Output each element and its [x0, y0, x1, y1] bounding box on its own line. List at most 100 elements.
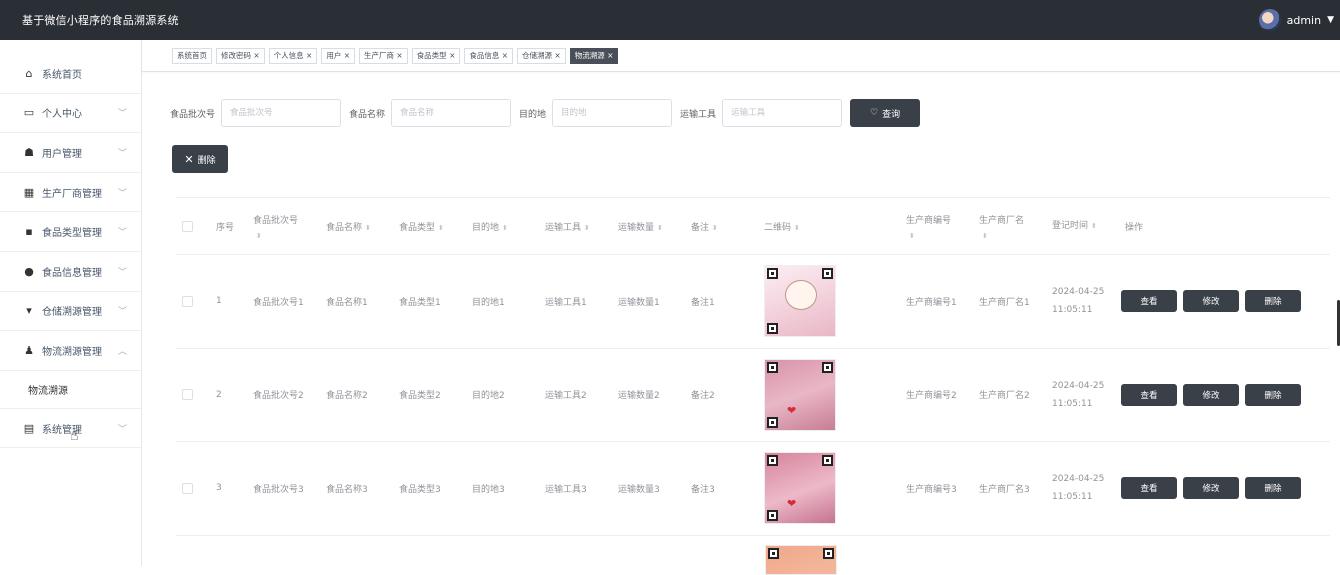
view-button[interactable]: 查看	[1121, 290, 1177, 313]
chevron-down-icon: ﹀	[117, 109, 127, 120]
col-qr[interactable]: 二维码 ⬍	[758, 220, 900, 233]
qr-code-image	[764, 265, 836, 338]
sidebar-item-storage[interactable]: ▾ 仓储溯源管理 ﹀	[0, 292, 141, 332]
cell-time: 2024-04-25 11:05:11	[1052, 474, 1105, 503]
chevron-down-icon: ﹀	[117, 267, 127, 278]
hand-cursor-icon: ☝	[70, 428, 79, 444]
tab-manufacturers[interactable]: 生产厂商 ×	[359, 47, 408, 64]
cell-name: 食品名称3	[326, 484, 368, 495]
col-time[interactable]: 登记时间 ⬍	[1046, 217, 1119, 235]
tab-users[interactable]: 用户 ×	[321, 47, 356, 64]
col-type[interactable]: 食品类型 ⬍	[393, 220, 466, 233]
sidebar-item-users[interactable]: ☗ 用户管理 ﹀	[0, 133, 141, 173]
cell-mname: 生产商厂名2	[979, 391, 1030, 402]
col-dest[interactable]: 目的地 ⬍	[466, 220, 539, 233]
tab-logistics[interactable]: 物流溯源 ×	[569, 47, 619, 64]
col-index: 序号	[216, 222, 235, 233]
sidebar-subitem-logistics[interactable]: 物流溯源	[0, 371, 141, 409]
user-group-icon: ☗	[24, 145, 34, 159]
cell-note: 备注3	[691, 484, 715, 495]
tool-input[interactable]	[722, 99, 843, 127]
cell-tool: 运输工具1	[545, 297, 587, 308]
close-icon: ✕	[184, 152, 194, 166]
caret-down-icon: ▼	[1327, 15, 1334, 25]
col-batch[interactable]: 食品批次号 ⬍	[247, 213, 320, 240]
sort-icon: ⬍	[502, 223, 508, 232]
delete-button[interactable]: 删除	[1245, 477, 1301, 500]
table-header: 序号 食品批次号 ⬍ 食品名称 ⬍ 食品类型 ⬍ 目的地 ⬍ 运输工具 ⬍ 运输数量 ⬍ 备…	[176, 197, 1330, 255]
cell-mcode: 生产商编号2	[906, 391, 957, 402]
select-all-checkbox[interactable]	[182, 220, 193, 232]
batch-input[interactable]	[221, 99, 342, 127]
dest-label: 目的地	[519, 109, 547, 120]
cell-type: 食品类型2	[399, 391, 441, 402]
view-button[interactable]: 查看	[1121, 383, 1177, 406]
row-checkbox[interactable]	[182, 389, 193, 401]
sort-icon: ⬍	[584, 223, 590, 232]
dest-input[interactable]	[552, 99, 673, 127]
col-ops: 操作	[1125, 222, 1144, 233]
sidebar-item-manufacturers[interactable]: ▦ 生产厂商管理 ﹀	[0, 173, 141, 213]
sort-icon: ⬍	[365, 223, 371, 232]
sidebar-item-label: 个人中心	[42, 109, 82, 121]
table-row: 3 食品批次号3 食品名称3 食品类型3 目的地3 运输工具3 运输数量3 备注…	[176, 442, 1330, 536]
search-form: 食品批次号 食品名称 目的地 运输工具 ♡ 查询	[170, 99, 921, 127]
name-input[interactable]	[391, 99, 512, 127]
row-checkbox[interactable]	[182, 295, 193, 307]
col-tool[interactable]: 运输工具 ⬍	[539, 220, 612, 233]
col-qty[interactable]: 运输数量 ⬍	[612, 220, 685, 233]
tab-change-password[interactable]: 修改密码 ×	[216, 47, 265, 64]
cell-note: 备注1	[691, 297, 715, 308]
sort-icon: ⬍	[657, 223, 663, 232]
tab-storage[interactable]: 仓储溯源 ×	[517, 47, 566, 64]
tab-personal-info[interactable]: 个人信息 ×	[268, 47, 318, 64]
table-row: 1 食品批次号1 食品名称1 食品类型1 目的地1 运输工具1 运输数量1 备注…	[176, 255, 1330, 349]
sidebar-item-label: 用户管理	[42, 148, 82, 160]
cell-tool: 运输工具2	[545, 391, 587, 402]
grid-icon: ▦	[23, 185, 35, 199]
cell-batch: 食品批次号3	[253, 484, 304, 495]
sidebar-item-label: 仓储溯源管理	[42, 307, 102, 319]
cell-dest: 目的地3	[472, 484, 505, 495]
view-button[interactable]: 查看	[1121, 477, 1177, 500]
sidebar-item-food-info[interactable]: ● 食品信息管理 ﹀	[0, 252, 141, 292]
edit-button[interactable]: 修改	[1183, 383, 1239, 406]
sidebar-item-home[interactable]: ⌂ 系统首页	[0, 54, 141, 94]
cell-mname: 生产商厂名3	[979, 484, 1030, 495]
chevron-down-icon: ﹀	[117, 228, 127, 239]
delete-button[interactable]: 删除	[1245, 383, 1301, 406]
tab-home[interactable]: 系统首页	[172, 47, 212, 64]
data-table: 序号 食品批次号 ⬍ 食品名称 ⬍ 食品类型 ⬍ 目的地 ⬍ 运输工具 ⬍ 运输数量 ⬍ 备…	[176, 197, 1330, 536]
heart-icon: ♡	[870, 108, 879, 118]
sidebar-item-personal[interactable]: ▭ 个人中心 ﹀	[0, 94, 141, 134]
sort-icon: ⬍	[1091, 222, 1097, 230]
query-button[interactable]: ♡ 查询	[850, 99, 921, 127]
username: admin	[1286, 13, 1322, 27]
edit-button[interactable]: 修改	[1183, 290, 1239, 313]
sort-icon: ⬍	[438, 223, 444, 232]
sidebar-item-label: 食品类型管理	[42, 228, 102, 240]
batch-delete-button[interactable]: ✕ 删除	[172, 145, 228, 173]
edit-button[interactable]: 修改	[1183, 477, 1239, 500]
cell-dest: 目的地1	[472, 297, 505, 308]
delete-button[interactable]: 删除	[1245, 290, 1301, 313]
pin-icon: ●	[24, 264, 34, 278]
col-name[interactable]: 食品名称 ⬍	[320, 220, 393, 233]
col-mcode[interactable]: 生产商编号 ⬍	[900, 213, 973, 240]
tab-food-types[interactable]: 食品类型 ×	[411, 47, 461, 64]
cell-qty: 运输数量1	[618, 297, 660, 308]
sidebar-item-food-types[interactable]: ▪ 食品类型管理 ﹀	[0, 212, 141, 252]
user-menu[interactable]: admin ▼	[1258, 9, 1334, 31]
qr-code-image: ❤	[764, 358, 836, 431]
col-mname[interactable]: 生产商厂名 ⬍	[973, 213, 1046, 240]
tab-food-info[interactable]: 食品信息 ×	[464, 47, 514, 64]
row-checkbox[interactable]	[182, 482, 193, 494]
sidebar-item-logistics[interactable]: ♟ 物流溯源管理 ︿	[0, 331, 141, 371]
col-note[interactable]: 备注 ⬍	[685, 220, 758, 233]
table-row: 2 食品批次号2 食品名称2 食品类型2 目的地2 运输工具2 运输数量2 备注…	[176, 349, 1330, 442]
sidebar: ⌂ 系统首页 ▭ 个人中心 ﹀ ☗ 用户管理 ﹀ ▦ 生产厂商管理 ﹀ ▪ 食品…	[0, 40, 142, 566]
cell-mname: 生产商厂名1	[979, 297, 1030, 308]
cell-qr: ❤	[758, 452, 900, 525]
qr-code-image-partial	[765, 545, 837, 575]
cell-name: 食品名称1	[326, 297, 368, 308]
